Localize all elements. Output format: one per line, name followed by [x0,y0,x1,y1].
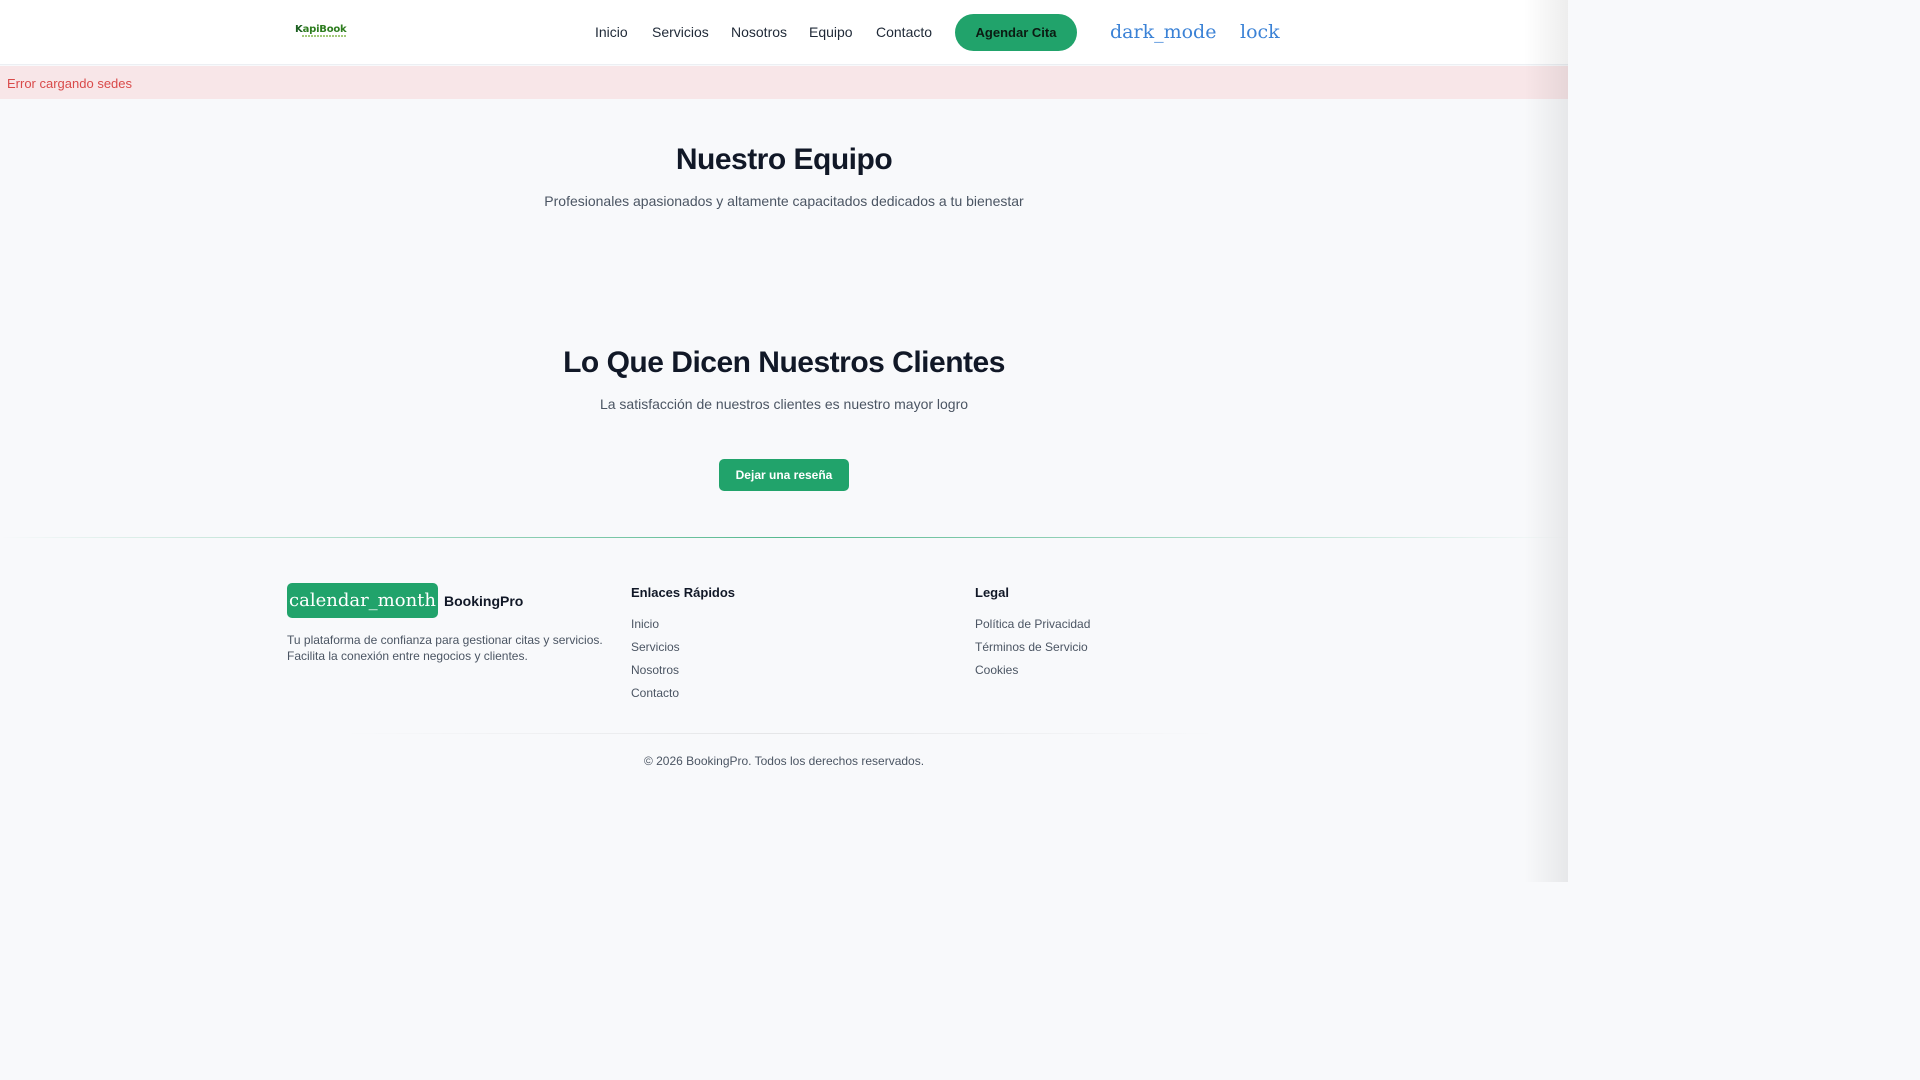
site-header: KapiBook Inicio Servicios Nosotros Equip… [0,0,1568,65]
reviews-section-subtitle: La satisfacción de nuestros clientes es … [599,396,969,412]
copyright-divider [340,733,1220,734]
footer-link-privacy[interactable]: Política de Privacidad [975,617,1090,631]
nav-link-inicio[interactable]: Inicio [595,24,628,41]
footer-link-contacto[interactable]: Contacto [631,686,679,700]
quick-links-title: Enlaces Rápidos [631,585,736,600]
team-section-subtitle: Profesionales apasionados y altamente ca… [544,193,1024,209]
leave-review-button[interactable]: Dejar una reseña [719,459,849,491]
footer-link-inicio[interactable]: Inicio [631,617,659,631]
copyright-text: © 2026 BookingPro. Todos los derechos re… [643,754,925,768]
nav-link-equipo[interactable]: Equipo [809,24,853,41]
footer-link-cookies[interactable]: Cookies [975,663,1018,677]
logo-underline [302,35,346,37]
footer-link-nosotros[interactable]: Nosotros [631,663,679,677]
nav-link-contacto[interactable]: Contacto [876,24,932,41]
footer-link-terms[interactable]: Términos de Servicio [975,640,1088,654]
reviews-section-title: Lo Que Dicen Nuestros Clientes [563,346,1005,379]
footer-link-servicios[interactable]: Servicios [631,640,680,654]
nav-link-servicios[interactable]: Servicios [652,24,709,41]
team-section-title: Nuestro Equipo [675,143,893,176]
logo-wordmark: KapiBook [295,24,347,35]
nav-link-nosotros[interactable]: Nosotros [731,24,787,41]
calendar-month-icon: calendar_month [287,583,438,618]
footer-divider [0,537,1568,538]
site-logo[interactable]: KapiBook [295,24,349,38]
dark-mode-icon[interactable]: dark_mode [1110,20,1216,44]
schedule-appointment-button[interactable]: Agendar Cita [955,14,1077,51]
error-alert [0,66,1568,99]
footer-brand-name: BookingPro [444,593,524,609]
footer-brand-description: Tu plataforma de confianza para gestiona… [287,633,603,663]
right-edge-shadow [1524,0,1568,882]
legal-title: Legal [975,585,1009,600]
error-alert-text: Error cargando sedes [7,76,133,91]
lock-icon[interactable]: lock [1240,20,1280,44]
